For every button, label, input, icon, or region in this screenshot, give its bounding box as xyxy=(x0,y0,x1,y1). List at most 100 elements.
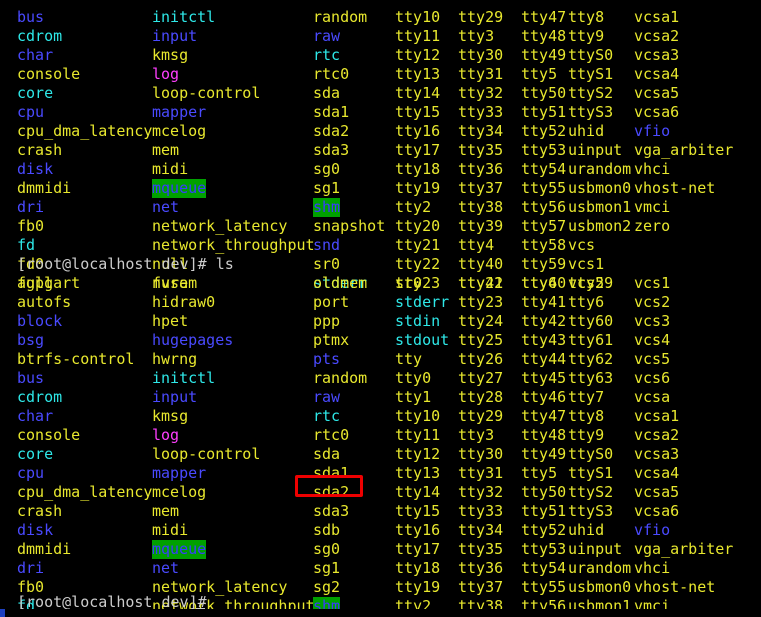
ls-entry: vcsa4 xyxy=(634,65,680,83)
ls-entry: shm xyxy=(313,198,341,217)
ls-entry: rtc xyxy=(313,46,341,64)
prompt-line-1[interactable]: [root@localhost dev]# ls xyxy=(17,255,234,274)
ls-entry: ttyS2 xyxy=(568,483,614,501)
ls-entry: mapper xyxy=(152,464,207,482)
ls-entry: vcsa3 xyxy=(634,445,680,463)
ls-entry: vcs6 xyxy=(634,369,671,387)
ls-entry: tty62 xyxy=(568,350,614,368)
ls-entry: ttyS1 xyxy=(568,464,614,482)
ls-entry: vga_arbiter xyxy=(634,141,734,159)
ls-entry: tty3 xyxy=(458,27,495,45)
ls-entry: usbmon2 xyxy=(568,217,632,235)
ls-entry: vcsa3 xyxy=(634,46,680,64)
ls-entry: tty53 xyxy=(521,540,567,558)
ls-entry: tty59 xyxy=(568,274,614,292)
ls-entry: tty48 xyxy=(521,27,567,45)
ls-entry: cdrom xyxy=(17,27,63,45)
ls-entry: tty12 xyxy=(395,46,441,64)
ls-entry: tty61 xyxy=(568,331,614,349)
ls-entry: tty42 xyxy=(521,312,567,330)
ls-entry: tty17 xyxy=(395,141,441,159)
ls-entry: stdin xyxy=(395,312,441,330)
ls-entry: raw xyxy=(313,388,341,406)
ls-entry: sg1 xyxy=(313,559,341,577)
ls-entry: tty22 xyxy=(395,255,441,273)
ls-entry: crash xyxy=(17,502,63,520)
ls-entry: tty0 xyxy=(395,369,432,387)
ls-entry: tty9 xyxy=(568,27,605,45)
ls-entry: uhid xyxy=(568,521,605,539)
ls-entry: mqueue xyxy=(152,179,207,198)
ls-entry: tty10 xyxy=(395,407,441,425)
ls-entry: tty44 xyxy=(521,350,567,368)
ls-entry: rtc0 xyxy=(313,426,350,444)
ls-entry: bus xyxy=(17,369,45,387)
ls-entry: sda2 xyxy=(313,483,350,501)
ls-entry: sg2 xyxy=(313,578,341,596)
ls-entry: tty16 xyxy=(395,122,441,140)
ls-entry: tty5 xyxy=(521,65,558,83)
ls-entry: net xyxy=(152,198,180,216)
terminal-screen[interactable]: bus cdrom char console core cpu cpu_dma_latenc… xyxy=(0,0,761,617)
ls-entry: tty18 xyxy=(395,160,441,178)
ls-entry: tty23 xyxy=(458,293,504,311)
ls-entry: vcsa6 xyxy=(634,502,680,520)
ls-entry: log xyxy=(152,426,180,444)
ls-entry: tty28 xyxy=(458,388,504,406)
ls-entry: tty19 xyxy=(395,578,441,596)
ls-entry: tty37 xyxy=(458,179,504,197)
ls-entry: dri xyxy=(17,559,45,577)
ls-entry: tty15 xyxy=(395,502,441,520)
ls-entry: tty35 xyxy=(458,540,504,558)
ls-entry: bus xyxy=(17,8,45,26)
ls-entry: dmmidi xyxy=(17,540,72,558)
ls-entry: tty41 xyxy=(521,293,567,311)
ls-entry: vcs xyxy=(568,236,596,254)
ls-entry: crash xyxy=(17,141,63,159)
ls-entry: ttyS3 xyxy=(568,502,614,520)
ls-entry: kmsg xyxy=(152,407,189,425)
ls-entry: sda3 xyxy=(313,141,350,159)
ls-entry: rtc xyxy=(313,407,341,425)
ls-entry: cpu xyxy=(17,103,45,121)
ls-entry: char xyxy=(17,46,54,64)
ls-entry: tty60 xyxy=(568,312,614,330)
ls-entry: cpu xyxy=(17,464,45,482)
ls-entry: fb0 xyxy=(17,217,45,235)
ls-entry: loop-control xyxy=(152,445,261,463)
shell-command[interactable]: ls xyxy=(216,255,234,273)
ls-entry: dmmidi xyxy=(17,179,72,197)
ls-entry: hpet xyxy=(152,312,189,330)
ls-entry: sda1 xyxy=(313,464,350,482)
ls-entry: sda xyxy=(313,84,341,102)
ls-entry: tty49 xyxy=(521,445,567,463)
ls-entry: tty31 xyxy=(458,65,504,83)
ls-entry: tty10 xyxy=(395,8,441,26)
ls-entry: net xyxy=(152,559,180,577)
ls-entry: tty55 xyxy=(521,578,567,596)
ls-entry: tty48 xyxy=(521,426,567,444)
ls-entry: tty53 xyxy=(521,141,567,159)
ls-entry: usbmon1 xyxy=(568,198,632,216)
ls-entry: vcsa6 xyxy=(634,103,680,121)
ls-entry: vhost-net xyxy=(634,578,716,596)
ls-entry: rtc0 xyxy=(313,65,350,83)
ls-entry: sdb xyxy=(313,521,341,539)
ls-entry: tty4 xyxy=(458,236,495,254)
ls-entry: tty29 xyxy=(458,8,504,26)
ls-entry: tty8 xyxy=(568,407,605,425)
ls-entry: vcsa1 xyxy=(634,407,680,425)
ls-entry: agpgart xyxy=(17,274,81,292)
ls-entry: tty16 xyxy=(395,521,441,539)
ls-entry: tty26 xyxy=(458,350,504,368)
ls-entry: tty11 xyxy=(395,27,441,45)
ls-entry: oldmem xyxy=(313,274,368,292)
ls-entry: tty20 xyxy=(395,217,441,235)
ls-entry: sda3 xyxy=(313,502,350,520)
ls-entry: tty54 xyxy=(521,160,567,178)
ls-entry: tty7 xyxy=(568,388,605,406)
ls-entry: midi xyxy=(152,160,189,178)
ls-entry: tty6 xyxy=(568,293,605,311)
terminal-window[interactable]: bus cdrom char console core cpu cpu_dma_latenc… xyxy=(0,0,761,617)
ls-entry: tty51 xyxy=(521,103,567,121)
